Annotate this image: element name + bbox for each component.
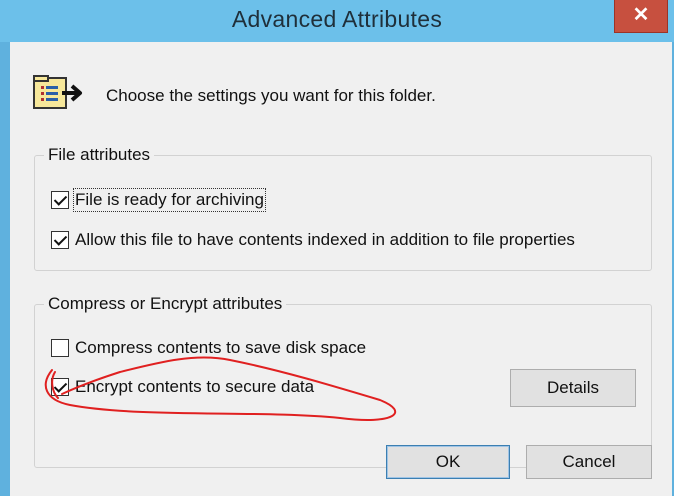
encrypt-checkbox[interactable] xyxy=(51,378,69,396)
compress-checkbox-label: Compress contents to save disk space xyxy=(75,338,367,357)
ok-button[interactable]: OK xyxy=(386,445,510,479)
folder-properties-icon xyxy=(33,75,82,109)
encrypt-checkbox-label: Encrypt contents to secure data xyxy=(75,377,315,396)
compress-checkbox[interactable] xyxy=(51,339,69,357)
window-title: Advanced Attributes xyxy=(231,6,443,32)
index-checkbox[interactable] xyxy=(51,231,69,249)
details-button[interactable]: Details xyxy=(510,369,636,407)
archive-checkbox-row[interactable]: File is ready for archiving xyxy=(51,188,266,212)
archive-checkbox[interactable] xyxy=(51,191,69,209)
cancel-button[interactable]: Cancel xyxy=(526,445,652,479)
file-attributes-legend: File attributes xyxy=(44,145,155,165)
file-attributes-group xyxy=(34,155,652,271)
dialog-client-area: Choose the settings you want for this fo… xyxy=(10,42,672,496)
archive-checkbox-label: File is ready for archiving xyxy=(73,188,266,212)
compress-checkbox-row[interactable]: Compress contents to save disk space xyxy=(51,338,366,358)
compress-encrypt-legend: Compress or Encrypt attributes xyxy=(44,294,287,314)
header-text: Choose the settings you want for this fo… xyxy=(106,86,436,105)
index-checkbox-label: Allow this file to have contents indexed… xyxy=(75,230,575,249)
encrypt-checkbox-row[interactable]: Encrypt contents to secure data xyxy=(51,377,314,397)
titlebar: Advanced Attributes ✕ xyxy=(0,0,674,42)
close-button[interactable]: ✕ xyxy=(614,0,668,33)
close-icon: ✕ xyxy=(632,4,650,26)
index-checkbox-row[interactable]: Allow this file to have contents indexed… xyxy=(51,230,575,250)
